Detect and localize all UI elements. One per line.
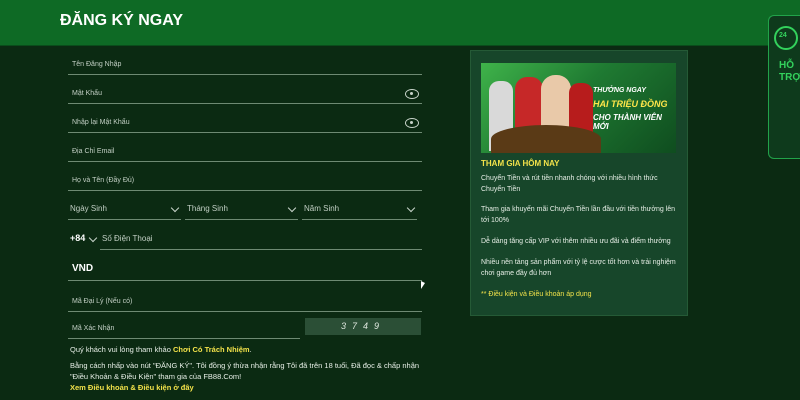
captcha-input[interactable]: Mã Xác Nhận	[68, 309, 300, 339]
terms-link[interactable]: Xem Điều khoản & Điều kiện ở đây	[70, 382, 430, 393]
show-password-icon[interactable]	[405, 89, 419, 99]
confirm-password-placeholder: Nhập lại Mật Khẩu	[72, 119, 130, 126]
phone-placeholder: Số Điện Thoại	[102, 234, 153, 243]
country-code: +84	[70, 233, 86, 243]
email-field[interactable]: Địa Chỉ Email	[68, 132, 422, 162]
promo-paragraph: Tham gia khuyến mãi Chuyển Tiền lần đầu …	[481, 206, 676, 224]
password-placeholder: Mật Khẩu	[72, 90, 102, 97]
mouse-cursor-icon	[421, 281, 425, 289]
chevron-down-icon	[406, 203, 416, 213]
promo-paragraph: Nhiều nền tảng sản phẩm với tỷ lệ cược t…	[481, 259, 676, 277]
responsible-note: Quý khách vui lòng tham khảo Chơi Có Trá…	[70, 344, 430, 355]
country-code-select[interactable]: +84	[68, 227, 98, 249]
dob-year-select[interactable]: Năm Sinh	[302, 197, 417, 220]
phone-input[interactable]: Số Điện Thoại	[100, 227, 422, 250]
promo-paragraph: Dễ dàng tăng cấp VIP với thêm nhiều ưu đ…	[481, 238, 671, 245]
agent-code-placeholder: Mã Đại Lý (Nếu có)	[72, 298, 133, 305]
banner-line3: CHO THÀNH VIÊN MỚI	[593, 113, 662, 131]
promo-banner[interactable]: THƯỞNG NGAY HAI TRIỆU ĐỒNG CHO THÀNH VIÊ…	[481, 63, 676, 153]
promo-title: THAM GIA HÔM NAY	[481, 159, 560, 168]
show-confirm-password-icon[interactable]	[405, 118, 419, 128]
promo-panel: THƯỞNG NGAY HAI TRIỆU ĐỒNG CHO THÀNH VIÊ…	[470, 50, 688, 316]
support-24h-icon	[774, 26, 798, 50]
fullname-field[interactable]: Họ và Tên (Đầy Đủ)	[68, 161, 422, 191]
responsible-suffix: .	[249, 345, 252, 354]
dob-day-select[interactable]: Ngày Sinh	[68, 197, 181, 220]
chevron-down-icon	[287, 203, 297, 213]
agreement-text: Bằng cách nhấp vào nút "ĐĂNG KÝ". Tôi đồ…	[70, 361, 420, 381]
chevron-down-icon	[88, 233, 98, 243]
support-label: HỖ TRỢ	[779, 60, 800, 83]
username-field[interactable]: Tên Đăng Nhập	[68, 45, 422, 75]
page-title: ĐĂNG KÝ NGAY	[60, 12, 183, 29]
agent-code-field[interactable]: Mã Đại Lý (Nếu có)	[68, 282, 422, 312]
roulette-wheel-icon	[491, 125, 601, 153]
chevron-down-icon	[170, 203, 180, 213]
dob-month-select[interactable]: Tháng Sinh	[185, 197, 298, 220]
dob-month-placeholder: Tháng Sinh	[187, 204, 228, 213]
fullname-placeholder: Họ và Tên (Đầy Đủ)	[72, 177, 135, 184]
dob-day-placeholder: Ngày Sinh	[70, 204, 107, 213]
banner-line1: THƯỞNG NGAY	[593, 87, 647, 94]
currency-value: VND	[72, 263, 94, 274]
confirm-password-field[interactable]: Nhập lại Mật Khẩu	[68, 103, 422, 133]
password-field[interactable]: Mật Khẩu	[68, 74, 422, 104]
dob-year-placeholder: Năm Sinh	[304, 204, 340, 213]
responsible-gaming-link[interactable]: Chơi Có Trách Nhiệm	[173, 345, 250, 354]
promo-paragraph: Chuyển Tiền và rút tiền nhanh chóng với …	[481, 175, 658, 193]
banner-line2: HAI TRIỆU ĐỒNG	[593, 99, 668, 109]
email-placeholder: Địa Chỉ Email	[72, 148, 115, 155]
promo-terms[interactable]: ** Điều kiện và Điều khoản áp dụng	[481, 289, 677, 300]
captcha-placeholder: Mã Xác Nhận	[72, 325, 115, 332]
support-tab[interactable]: HỖ TRỢ	[768, 15, 800, 159]
username-placeholder: Tên Đăng Nhập	[72, 61, 122, 68]
responsible-prefix: Quý khách vui lòng tham khảo	[70, 345, 171, 354]
header-bar: ĐĂNG KÝ NGAY	[0, 0, 800, 46]
currency-field[interactable]: VND	[68, 251, 422, 281]
captcha-code[interactable]: 3749	[305, 318, 421, 335]
